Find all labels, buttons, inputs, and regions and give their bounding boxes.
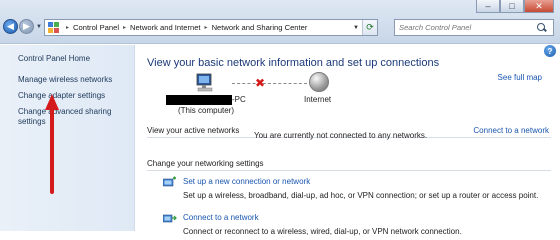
annotation-arrow-icon bbox=[45, 94, 59, 194]
breadcrumb-separator-icon[interactable]: ▸ bbox=[66, 24, 69, 31]
connect-to-network-icon bbox=[163, 214, 177, 223]
back-button[interactable]: ◀ bbox=[3, 19, 18, 34]
address-history-dropdown-icon[interactable]: ▼ bbox=[350, 20, 362, 35]
minimize-button[interactable]: – bbox=[476, 0, 500, 13]
connect-to-a-network-task-link[interactable]: Connect to a network bbox=[183, 213, 259, 222]
sidebar-home-link[interactable]: Control Panel Home bbox=[18, 54, 90, 63]
breadcrumb-network-and-internet[interactable]: Network and Internet bbox=[130, 23, 201, 32]
connect-to-a-network-link[interactable]: Connect to a network bbox=[473, 126, 549, 135]
maximize-button[interactable]: □ bbox=[500, 0, 524, 13]
recent-pages-dropdown-icon[interactable]: ▼ bbox=[36, 24, 42, 30]
breadcrumb-separator-icon[interactable]: ▸ bbox=[205, 24, 208, 31]
set-up-new-connection-link[interactable]: Set up a new connection or network bbox=[183, 177, 310, 186]
set-up-new-connection-description: Set up a wireless, broadband, dial-up, a… bbox=[183, 191, 539, 200]
new-connection-icon bbox=[163, 176, 176, 187]
sidebar-item-change-adapter-settings[interactable]: Change adapter settings bbox=[18, 91, 133, 101]
sidebar-item-change-advanced-sharing-settings[interactable]: Change advanced sharing settings bbox=[18, 107, 118, 127]
help-icon[interactable]: ? bbox=[544, 45, 556, 57]
internet-globe-icon[interactable] bbox=[309, 72, 329, 92]
divider bbox=[147, 170, 551, 171]
breadcrumb-separator-icon[interactable]: ▸ bbox=[123, 24, 126, 31]
refresh-icon[interactable]: ⟳ bbox=[362, 20, 377, 35]
connection-line bbox=[232, 83, 307, 84]
breadcrumb-network-and-sharing-center[interactable]: Network and Sharing Center bbox=[212, 23, 308, 32]
window-controls: – □ ✕ bbox=[476, 0, 554, 14]
sidebar-item-manage-wireless-networks[interactable]: Manage wireless networks bbox=[18, 75, 133, 85]
computer-icon[interactable] bbox=[195, 73, 215, 93]
search-box bbox=[394, 19, 554, 36]
forward-arrow-icon: ▶ bbox=[23, 21, 30, 31]
navigation-buttons: ◀ ▶ ▼ bbox=[3, 19, 44, 34]
redacted-computer-name bbox=[166, 95, 232, 105]
close-button[interactable]: ✕ bbox=[524, 0, 554, 13]
window-chrome: – □ ✕ ◀ ▶ ▼ ▸ Control Panel ▸ Network an… bbox=[0, 0, 560, 44]
forward-button[interactable]: ▶ bbox=[19, 19, 34, 34]
breadcrumb-control-panel[interactable]: Control Panel bbox=[73, 23, 119, 32]
internet-label: Internet bbox=[304, 95, 332, 104]
search-input[interactable] bbox=[395, 23, 533, 32]
disconnected-x-icon[interactable]: ✖ bbox=[255, 76, 265, 90]
sidebar: Control Panel Home Manage wireless netwo… bbox=[0, 45, 135, 231]
computer-name-suffix: -PC bbox=[232, 95, 246, 104]
main-content: ? View your basic network information an… bbox=[136, 45, 560, 236]
this-computer-label: (This computer) bbox=[178, 106, 235, 115]
search-icon[interactable] bbox=[535, 21, 549, 35]
control-panel-icon bbox=[48, 22, 59, 33]
address-bar[interactable]: ▸ Control Panel ▸ Network and Internet ▸… bbox=[44, 19, 378, 36]
connect-to-a-network-description: Connect or reconnect to a wireless, wire… bbox=[183, 227, 462, 236]
connection-status-text: You are currently not connected to any n… bbox=[254, 131, 428, 140]
active-networks-label: View your active networks bbox=[147, 126, 240, 135]
networking-settings-label: Change your networking settings bbox=[147, 159, 264, 168]
see-full-map-link[interactable]: See full map bbox=[498, 73, 542, 82]
page-title: View your basic network information and … bbox=[147, 57, 440, 69]
back-arrow-icon: ◀ bbox=[7, 21, 14, 31]
